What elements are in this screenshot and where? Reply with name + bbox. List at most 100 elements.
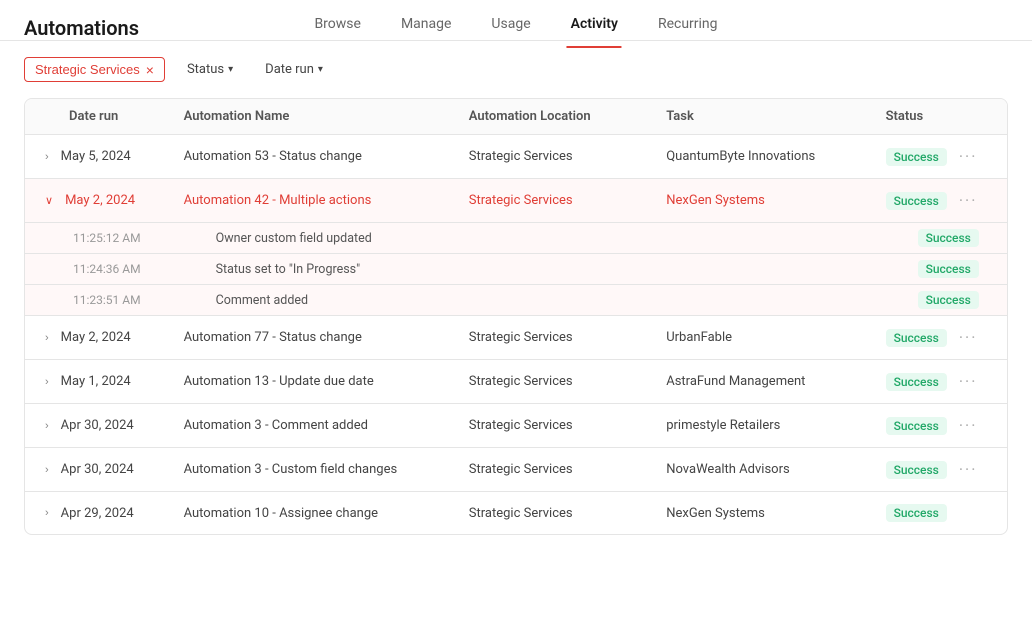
row-actions-button[interactable]: ··· <box>959 460 978 479</box>
activity-table: Date run Automation Name Automation Loca… <box>25 99 1007 534</box>
date-cell: › Apr 30, 2024 <box>25 404 168 448</box>
row-actions-button[interactable]: ··· <box>959 416 978 435</box>
sub-row: 11:23:51 AM Comment added Success <box>25 285 1007 316</box>
collapse-button[interactable]: ∨ <box>41 192 57 209</box>
status-badge: Success <box>886 461 947 479</box>
col-automation-name: Automation Name <box>168 99 453 135</box>
sub-row-location <box>453 223 650 254</box>
date-cell: › May 5, 2024 <box>25 135 168 179</box>
date-value: Apr 30, 2024 <box>61 418 134 433</box>
expand-button[interactable]: › <box>41 149 53 165</box>
close-icon[interactable]: × <box>146 63 154 77</box>
status-badge: Success <box>886 192 947 210</box>
automation-name-cell: Automation 42 - Multiple actions <box>168 179 453 223</box>
row-actions-button[interactable]: ··· <box>959 191 978 210</box>
expand-button[interactable]: › <box>41 418 53 434</box>
date-cell: › Apr 29, 2024 <box>25 492 168 535</box>
date-value: May 2, 2024 <box>65 193 135 208</box>
col-automation-location: Automation Location <box>453 99 650 135</box>
task-cell: NexGen Systems <box>650 179 869 223</box>
location-cell: Strategic Services <box>453 360 650 404</box>
filter-tag-strategic-services[interactable]: Strategic Services × <box>24 57 165 82</box>
table-row: › May 1, 2024 Automation 13 - Update due… <box>25 360 1007 404</box>
tab-browse[interactable]: Browse <box>310 8 364 48</box>
automation-name-cell: Automation 3 - Custom field changes <box>168 448 453 492</box>
expand-button[interactable]: › <box>41 505 53 521</box>
status-cell: Success ··· <box>870 316 1007 360</box>
sub-row: 11:24:36 AM Status set to "In Progress" … <box>25 254 1007 285</box>
row-actions-button[interactable]: ··· <box>959 147 978 166</box>
header: Automations Browse Manage Usage Activity… <box>0 0 1032 41</box>
page-title: Automations <box>24 16 139 40</box>
col-date-run: Date run <box>25 99 168 135</box>
col-task: Task <box>650 99 869 135</box>
date-cell: › Apr 30, 2024 <box>25 448 168 492</box>
sub-row-time: 11:23:51 AM <box>25 285 168 316</box>
sub-row-time: 11:25:12 AM <box>25 223 168 254</box>
row-actions-button[interactable]: ··· <box>959 328 978 347</box>
table-row: › May 2, 2024 Automation 77 - Status cha… <box>25 316 1007 360</box>
sub-row-status: Success <box>870 285 1007 316</box>
date-run-filter-dropdown[interactable]: Date run ▾ <box>255 58 333 81</box>
table-row-expanded: ∨ May 2, 2024 Automation 42 - Multiple a… <box>25 179 1007 223</box>
expand-button[interactable]: › <box>41 374 53 390</box>
table-row: › Apr 30, 2024 Automation 3 - Custom fie… <box>25 448 1007 492</box>
sub-row-action: Comment added <box>168 285 453 316</box>
automation-name-cell: Automation 3 - Comment added <box>168 404 453 448</box>
status-badge: Success <box>886 417 947 435</box>
date-value: Apr 30, 2024 <box>61 462 134 477</box>
location-cell: Strategic Services <box>453 492 650 535</box>
task-cell: QuantumByte Innovations <box>650 135 869 179</box>
sub-row-action: Status set to "In Progress" <box>168 254 453 285</box>
sub-row-task <box>650 223 869 254</box>
status-badge: Success <box>886 148 947 166</box>
table-header-row: Date run Automation Name Automation Loca… <box>25 99 1007 135</box>
status-cell: Success ··· <box>870 360 1007 404</box>
filter-tag-label: Strategic Services <box>35 62 140 77</box>
date-cell: › May 2, 2024 <box>25 316 168 360</box>
chevron-down-icon: ▾ <box>318 64 323 75</box>
automation-name-cell: Automation 77 - Status change <box>168 316 453 360</box>
tab-usage[interactable]: Usage <box>487 8 534 48</box>
date-value: May 5, 2024 <box>61 149 131 164</box>
status-badge: Success <box>886 504 947 522</box>
sub-row: 11:25:12 AM Owner custom field updated S… <box>25 223 1007 254</box>
expand-button[interactable]: › <box>41 330 53 346</box>
sub-row-status: Success <box>870 223 1007 254</box>
task-cell: NexGen Systems <box>650 492 869 535</box>
row-actions-button[interactable]: ··· <box>959 372 978 391</box>
sub-row-time: 11:24:36 AM <box>25 254 168 285</box>
tab-manage[interactable]: Manage <box>397 8 455 48</box>
table-row: › May 5, 2024 Automation 53 - Status cha… <box>25 135 1007 179</box>
date-run-filter-label: Date run <box>265 62 314 77</box>
status-cell: Success ··· <box>870 179 1007 223</box>
sub-row-location <box>453 285 650 316</box>
date-value: May 2, 2024 <box>61 330 131 345</box>
automation-name-cell: Automation 10 - Assignee change <box>168 492 453 535</box>
tab-activity[interactable]: Activity <box>567 8 622 48</box>
date-value: Apr 29, 2024 <box>61 506 134 521</box>
date-value: May 1, 2024 <box>61 374 131 389</box>
sub-row-location <box>453 254 650 285</box>
status-cell: Success <box>870 492 1007 535</box>
location-cell: Strategic Services <box>453 404 650 448</box>
table-row: › Apr 30, 2024 Automation 3 - Comment ad… <box>25 404 1007 448</box>
date-cell: › May 1, 2024 <box>25 360 168 404</box>
status-badge: Success <box>918 229 979 247</box>
status-filter-dropdown[interactable]: Status ▾ <box>177 58 243 81</box>
sub-row-action: Owner custom field updated <box>168 223 453 254</box>
app-container: Automations Browse Manage Usage Activity… <box>0 0 1032 630</box>
status-cell: Success ··· <box>870 135 1007 179</box>
location-cell: Strategic Services <box>453 448 650 492</box>
status-cell: Success ··· <box>870 404 1007 448</box>
expand-button[interactable]: › <box>41 462 53 478</box>
chevron-down-icon: ▾ <box>228 64 233 75</box>
automation-name-cell: Automation 13 - Update due date <box>168 360 453 404</box>
filter-bar: Strategic Services × Status ▾ Date run ▾ <box>0 41 1032 98</box>
sub-row-task <box>650 254 869 285</box>
location-cell: Strategic Services <box>453 316 650 360</box>
activity-table-container: Date run Automation Name Automation Loca… <box>24 98 1008 535</box>
tab-recurring[interactable]: Recurring <box>654 8 722 48</box>
status-badge: Success <box>918 260 979 278</box>
task-cell: AstraFund Management <box>650 360 869 404</box>
